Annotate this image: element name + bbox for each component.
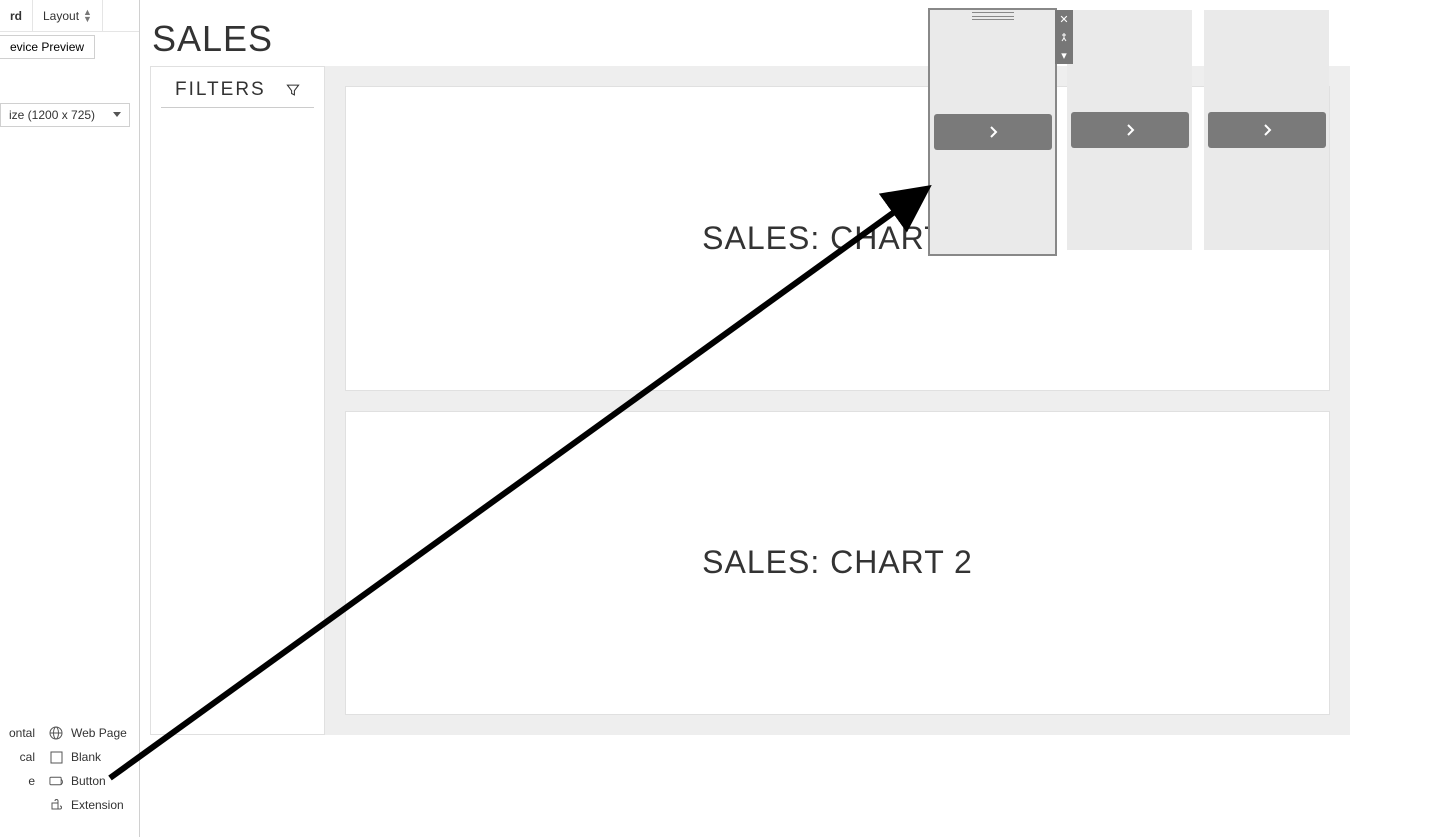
tab-sort-icon: ▲▼	[83, 9, 92, 23]
size-dropdown-label: ize (1200 x 725)	[9, 108, 95, 122]
object-vertical[interactable]: cal	[0, 750, 35, 764]
object-horizontal-label: ontal	[9, 726, 35, 740]
object-web-page-label: Web Page	[71, 726, 127, 740]
chart-2-title: SALES: CHART 2	[702, 544, 973, 581]
object-web-page[interactable]: Web Page	[35, 726, 127, 740]
chevron-right-icon	[1260, 123, 1274, 137]
device-preview-row: evice Preview	[0, 32, 139, 62]
size-dropdown[interactable]: ize (1200 x 725)	[0, 103, 130, 127]
object-extension[interactable]: Extension	[35, 798, 124, 812]
button-icon	[49, 774, 63, 788]
device-preview-button[interactable]: evice Preview	[0, 35, 95, 59]
panel-tab-row: rd Layout ▲▼	[0, 0, 139, 32]
menu-caret-icon[interactable]: ▾	[1055, 46, 1073, 64]
navigation-button-1[interactable]	[934, 114, 1052, 150]
object-vertical-label: cal	[20, 750, 35, 764]
navigation-button-2[interactable]	[1071, 112, 1189, 148]
filters-header: FILTERS	[161, 67, 314, 108]
pin-icon[interactable]	[1055, 28, 1073, 46]
object-extension-label: Extension	[71, 798, 124, 812]
floating-container-3[interactable]	[1204, 10, 1329, 250]
tab-layout[interactable]: Layout ▲▼	[33, 0, 103, 31]
tab-dashboard-label: rd	[10, 9, 22, 23]
left-side-panel: rd Layout ▲▼ evice Preview ize (1200 x 7…	[0, 0, 140, 837]
caret-down-icon	[113, 112, 121, 117]
object-button[interactable]: Button	[35, 774, 106, 788]
chevron-right-icon	[1123, 123, 1137, 137]
floating-container-group: ✕ ▾	[930, 10, 1329, 254]
square-icon	[49, 750, 63, 764]
extension-icon	[49, 798, 63, 812]
object-e-label: e	[28, 774, 35, 788]
size-row: ize (1200 x 725)	[0, 92, 139, 137]
close-icon[interactable]: ✕	[1055, 10, 1073, 28]
filters-label: FILTERS	[175, 79, 266, 101]
floating-container-2[interactable]	[1067, 10, 1192, 250]
object-horizontal[interactable]: ontal	[0, 726, 35, 740]
navigation-button-3[interactable]	[1208, 112, 1326, 148]
objects-list: ontal Web Page cal Blank e Button	[0, 713, 140, 837]
tab-dashboard[interactable]: rd	[0, 0, 33, 31]
chart-zone-2[interactable]: SALES: CHART 2	[345, 411, 1330, 716]
drag-handle-icon[interactable]	[972, 12, 1014, 20]
floating-container-selected[interactable]: ✕ ▾	[930, 10, 1055, 254]
object-button-label: Button	[71, 774, 106, 788]
tab-layout-label: Layout	[43, 9, 79, 23]
dashboard-canvas[interactable]: SALES FILTERS SALES: CHART 1 SALES: CHAR…	[140, 0, 1447, 837]
object-blank[interactable]: Blank	[35, 750, 101, 764]
object-blank-label: Blank	[71, 750, 101, 764]
selection-controls: ✕ ▾	[1055, 10, 1073, 64]
object-e[interactable]: e	[0, 774, 35, 788]
chevron-right-icon	[986, 125, 1000, 139]
device-preview-label: evice Preview	[10, 40, 84, 54]
filter-icon[interactable]	[286, 83, 300, 97]
filters-panel[interactable]: FILTERS	[150, 66, 325, 735]
globe-icon	[49, 726, 63, 740]
